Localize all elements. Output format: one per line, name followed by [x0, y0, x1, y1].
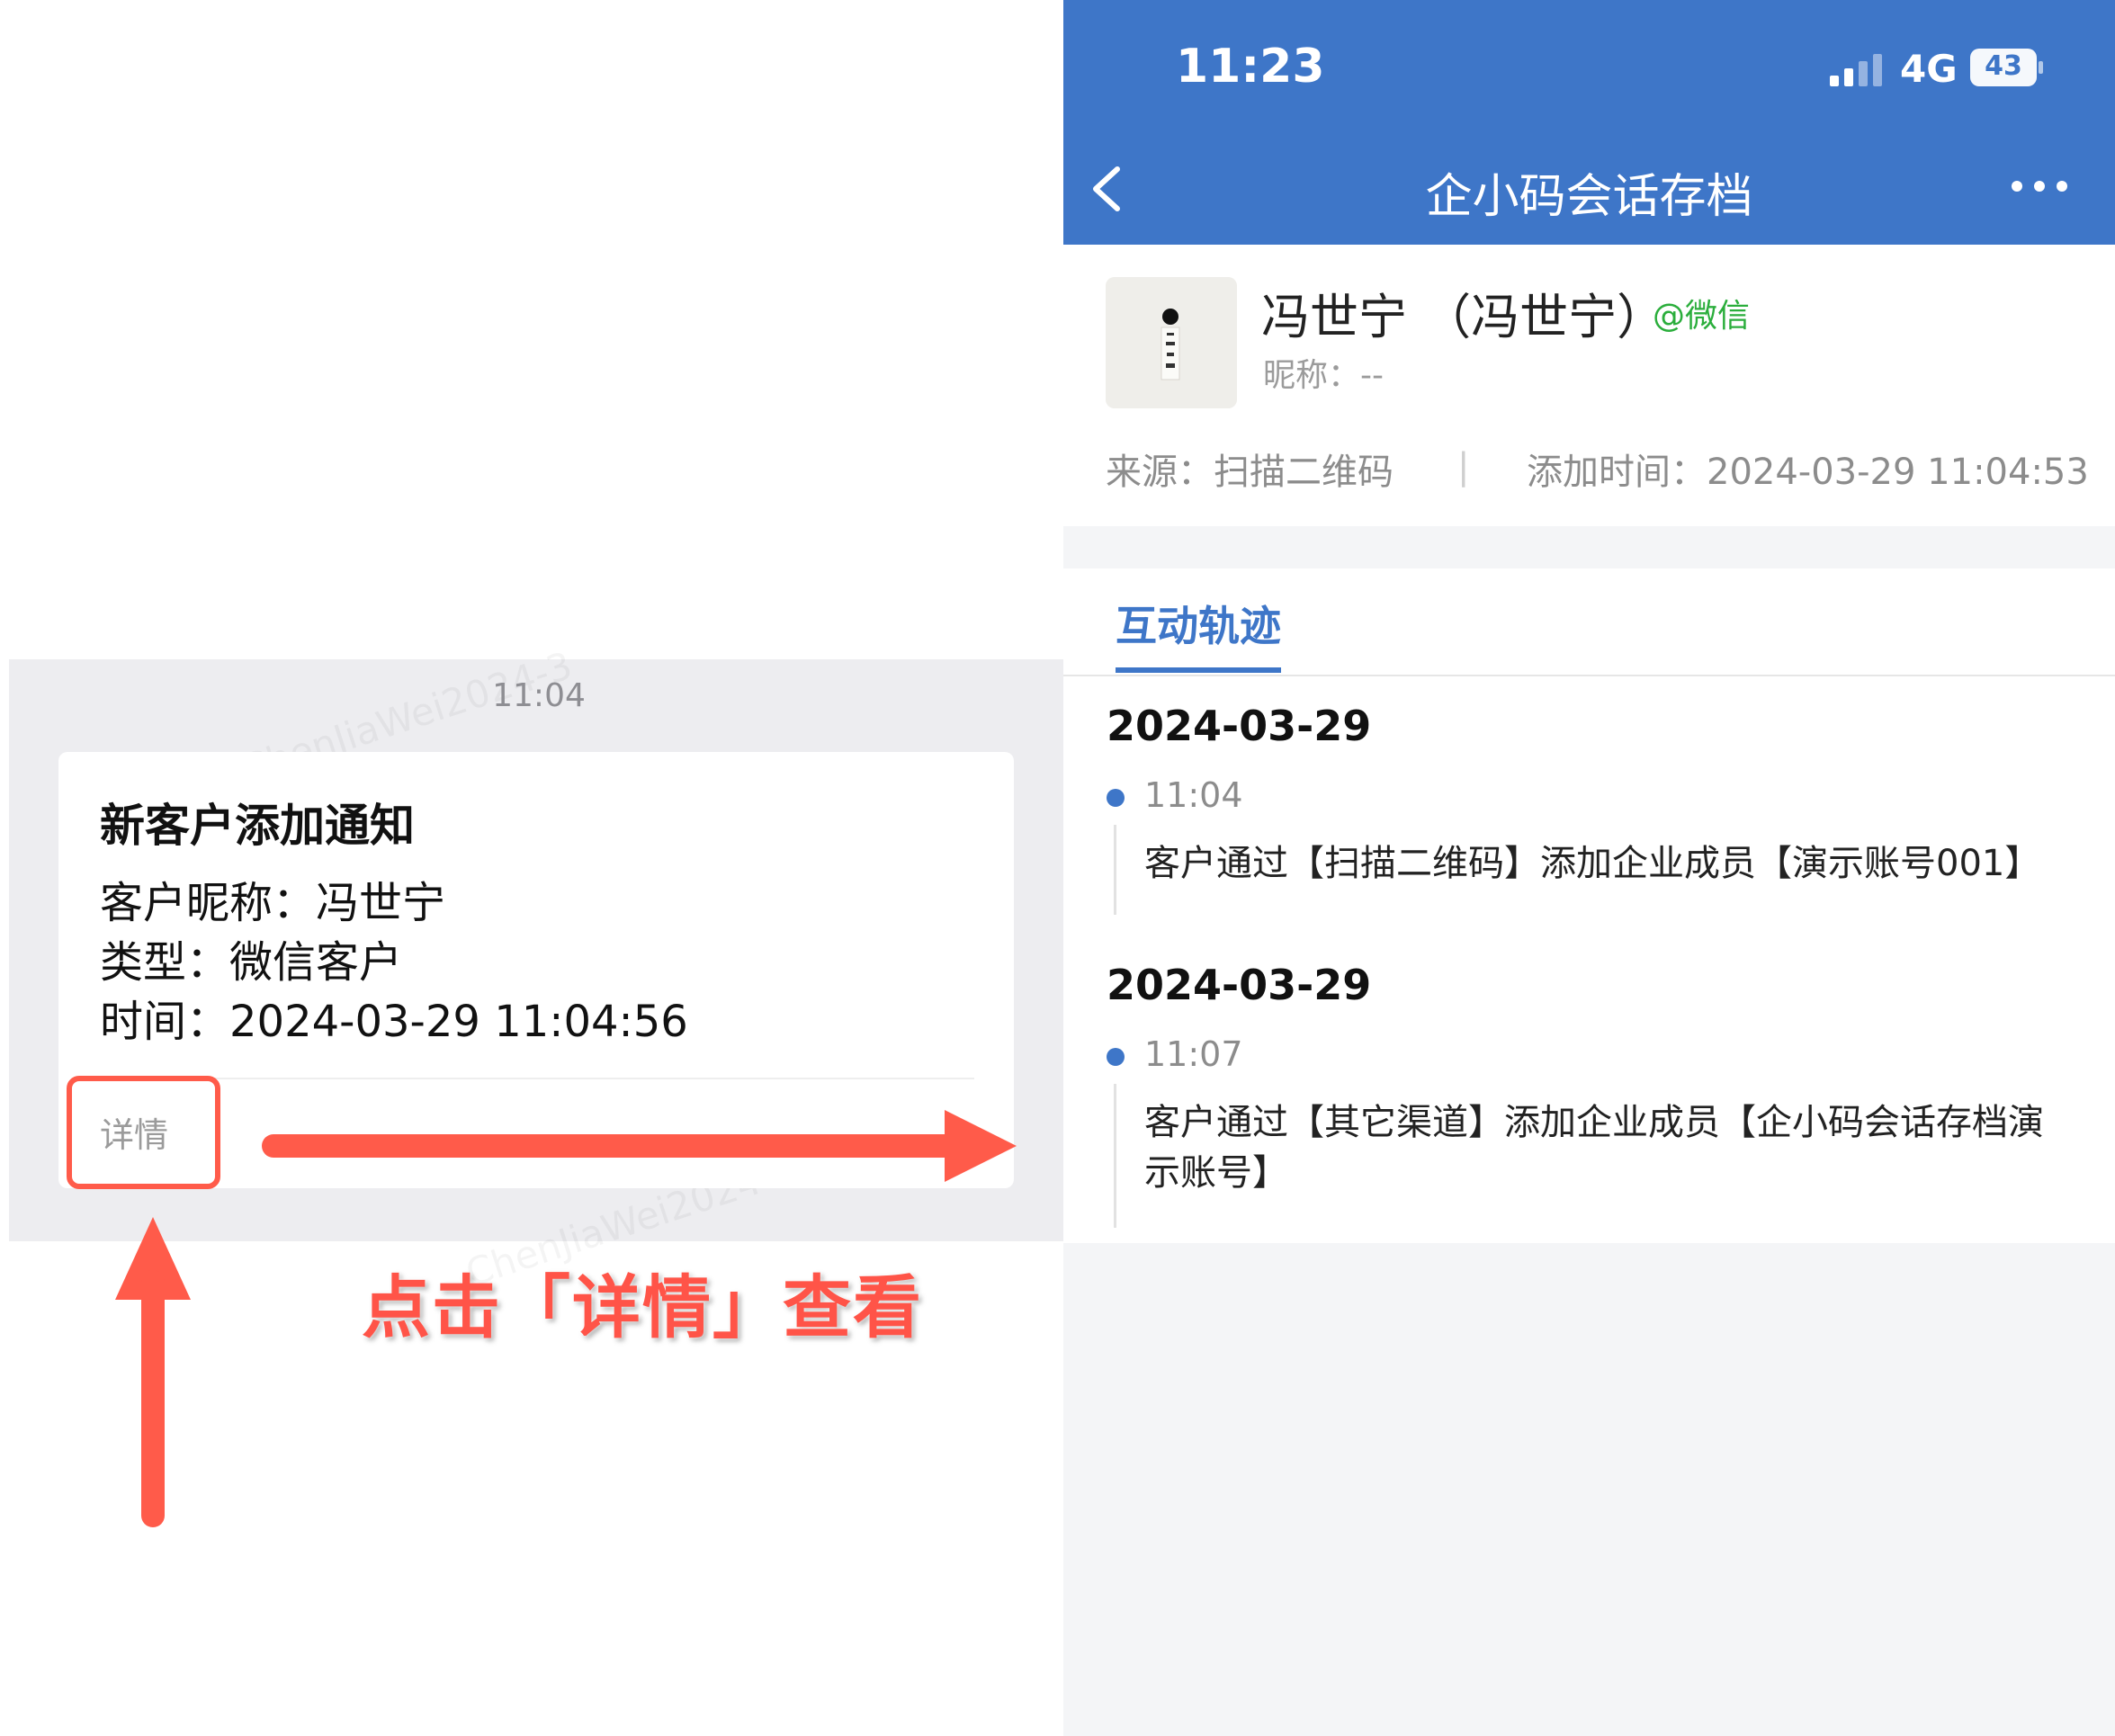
wechat-source-tag: @微信	[1653, 298, 1751, 335]
customer-nickname: 昵称：--	[1263, 357, 1384, 394]
timeline-event-text: 客户通过【其它渠道】添加企业成员【企小码会话存档演示账号】	[1144, 1102, 2044, 1194]
customer-source: 来源：扫描二维码	[1106, 452, 1394, 493]
timeline-dot	[1107, 789, 1125, 807]
timeline-date: 2024-03-29	[1107, 702, 1372, 750]
phone-screen: 11:23 4G 43 企小码会话存档 冯世宁 （冯世宁） @微信 昵称：-- …	[1063, 0, 2115, 1736]
network-type: 4G	[1900, 47, 1958, 91]
interaction-timeline: 2024-03-29 11:04 客户通过【扫描二维码】添加企业成员【演示账号0…	[1063, 676, 2115, 1243]
timeline-time: 11:07	[1144, 1034, 1243, 1074]
timeline-event-text: 客户通过【扫描二维码】添加企业成员【演示账号001】	[1144, 843, 2041, 884]
card-type-line: 类型：微信客户	[100, 937, 403, 988]
avatar-image	[1106, 277, 1237, 408]
status-bar: 11:23 4G 43	[1063, 0, 2115, 135]
message-timestamp: 11:04	[492, 677, 586, 714]
signal-icon	[1830, 54, 1882, 86]
card-title: 新客户添加通知	[100, 800, 415, 852]
added-time: 添加时间：2024-03-29 11:04:53	[1527, 452, 2089, 493]
active-tab-indicator	[1116, 667, 1281, 673]
detail-highlight-box	[67, 1076, 220, 1189]
tab-bar: 互动轨迹	[1063, 568, 2115, 676]
meta-divider: |	[1457, 446, 1470, 488]
more-dots-icon[interactable]	[2008, 173, 2071, 200]
timeline-time: 11:04	[1144, 775, 1243, 815]
navigation-bar: 企小码会话存档	[1063, 135, 2115, 245]
card-nickname-line: 客户昵称：冯世宁	[100, 878, 446, 928]
card-divider	[98, 1078, 974, 1079]
arrow-right-icon	[262, 1110, 1017, 1182]
timeline-line	[1114, 1084, 1116, 1228]
timeline-line	[1114, 825, 1116, 915]
battery-level: 43	[1985, 50, 2022, 82]
timeline-date: 2024-03-29	[1107, 961, 1372, 1009]
instruction-caption: 点击「详情」查看	[362, 1267, 923, 1347]
page-title: 企小码会话存档	[1425, 170, 1753, 224]
avatar	[1106, 277, 1237, 408]
customer-profile-card: 冯世宁 （冯世宁） @微信 昵称：-- 来源：扫描二维码 | 添加时间：2024…	[1063, 245, 2115, 526]
tab-interaction-timeline[interactable]: 互动轨迹	[1116, 594, 1281, 653]
customer-name: 冯世宁 （冯世宁）	[1261, 289, 1666, 345]
timeline-dot	[1107, 1048, 1125, 1066]
status-time: 11:23	[1176, 40, 1325, 94]
arrow-up-icon	[115, 1217, 191, 1527]
card-time-line: 时间：2024-03-29 11:04:56	[100, 997, 688, 1047]
